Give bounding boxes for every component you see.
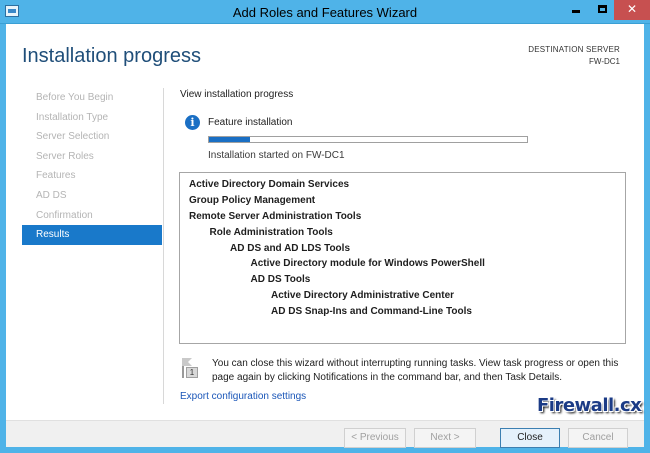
info-icon: i xyxy=(185,115,200,130)
page-title: Installation progress xyxy=(22,45,201,67)
next-button[interactable]: Next > xyxy=(414,428,476,448)
destination-server-label: DESTINATION SERVER xyxy=(528,45,620,54)
notification-count-badge: 1 xyxy=(186,367,198,378)
sidebar-item-results[interactable]: Results xyxy=(22,225,162,245)
notification-note: You can close this wizard without interr… xyxy=(212,358,619,383)
sidebar-item-confirmation[interactable]: Confirmation xyxy=(22,206,162,226)
installation-status: Installation started on FW-DC1 xyxy=(208,150,345,161)
result-item: AD DS Tools xyxy=(250,274,311,286)
minimize-icon xyxy=(572,10,580,13)
wizard-steps-nav: Before You Begin Installation Type Server … xyxy=(22,88,162,245)
close-button[interactable]: Close xyxy=(500,428,560,448)
feature-installation-label: Feature installation xyxy=(208,117,293,128)
title-bar: Add Roles and Features Wizard ✕ xyxy=(0,0,650,24)
result-item: Group Policy Management xyxy=(189,194,316,206)
result-item: Remote Server Administration Tools xyxy=(189,210,362,222)
result-item: AD DS and AD LDS Tools xyxy=(230,242,350,254)
result-item: Active Directory Administrative Center xyxy=(271,290,455,302)
maximize-icon xyxy=(597,5,607,13)
sidebar-item-features[interactable]: Features xyxy=(22,166,162,186)
sidebar-item-ad-ds[interactable]: AD DS xyxy=(22,186,162,206)
cancel-button[interactable]: Cancel xyxy=(568,428,628,448)
previous-button[interactable]: < Previous xyxy=(344,428,406,448)
installation-progress-bar xyxy=(208,136,528,143)
watermark-logo: Firewall.cx xyxy=(537,395,642,416)
destination-server-value: FW-DC1 xyxy=(589,57,620,66)
sidebar-item-server-roles[interactable]: Server Roles xyxy=(22,147,162,167)
minimize-button[interactable] xyxy=(563,0,589,20)
nav-divider xyxy=(163,88,164,404)
notification-flag-icon: 1 xyxy=(182,358,198,378)
sidebar-item-before-you-begin[interactable]: Before You Begin xyxy=(22,88,162,108)
export-configuration-link[interactable]: Export configuration settings xyxy=(180,391,306,402)
result-item: Active Directory Domain Services xyxy=(189,179,350,190)
window-title: Add Roles and Features Wizard xyxy=(232,5,418,20)
result-item: Role Administration Tools xyxy=(209,226,333,238)
result-item: AD DS Snap-Ins and Command-Line Tools xyxy=(271,306,472,318)
results-list: Active Directory Domain Services Group Po… xyxy=(179,172,626,344)
content-heading: View installation progress xyxy=(180,89,294,100)
result-item: Active Directory module for Windows Powe… xyxy=(250,258,485,270)
progress-fill xyxy=(209,137,251,142)
sidebar-item-server-selection[interactable]: Server Selection xyxy=(22,127,162,147)
sidebar-item-installation-type[interactable]: Installation Type xyxy=(22,108,162,128)
close-window-button[interactable]: ✕ xyxy=(614,0,650,20)
maximize-button[interactable] xyxy=(589,0,615,20)
